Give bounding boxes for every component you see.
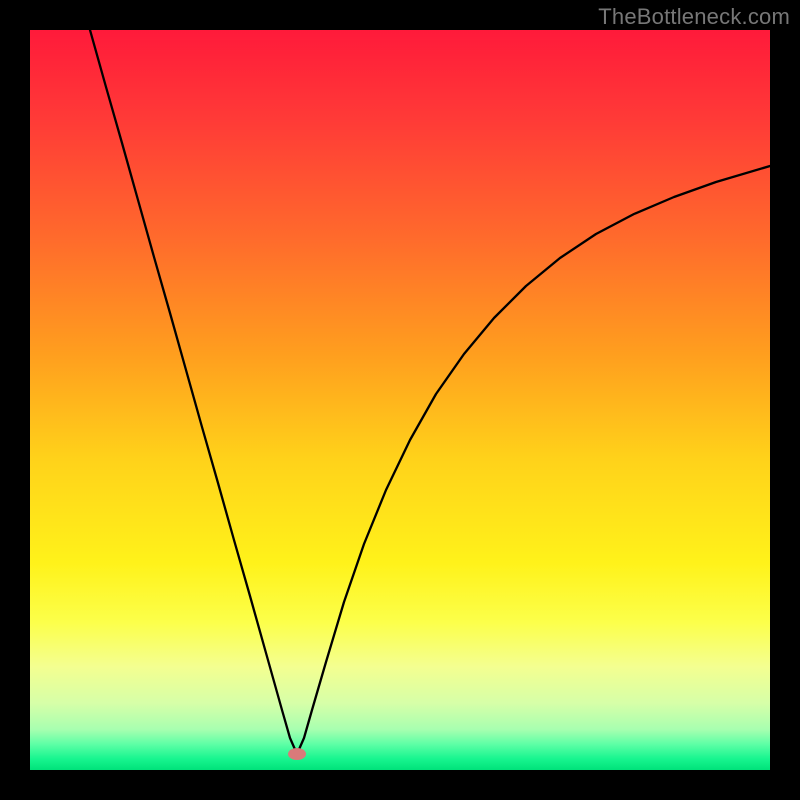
chart-plot-area [30, 30, 770, 770]
chart-marker-layer [288, 748, 306, 760]
chart-svg [30, 30, 770, 770]
watermark-text: TheBottleneck.com [598, 4, 790, 30]
chart-background [30, 30, 770, 770]
optimal-point-marker [288, 748, 306, 760]
chart-frame: TheBottleneck.com [0, 0, 800, 800]
